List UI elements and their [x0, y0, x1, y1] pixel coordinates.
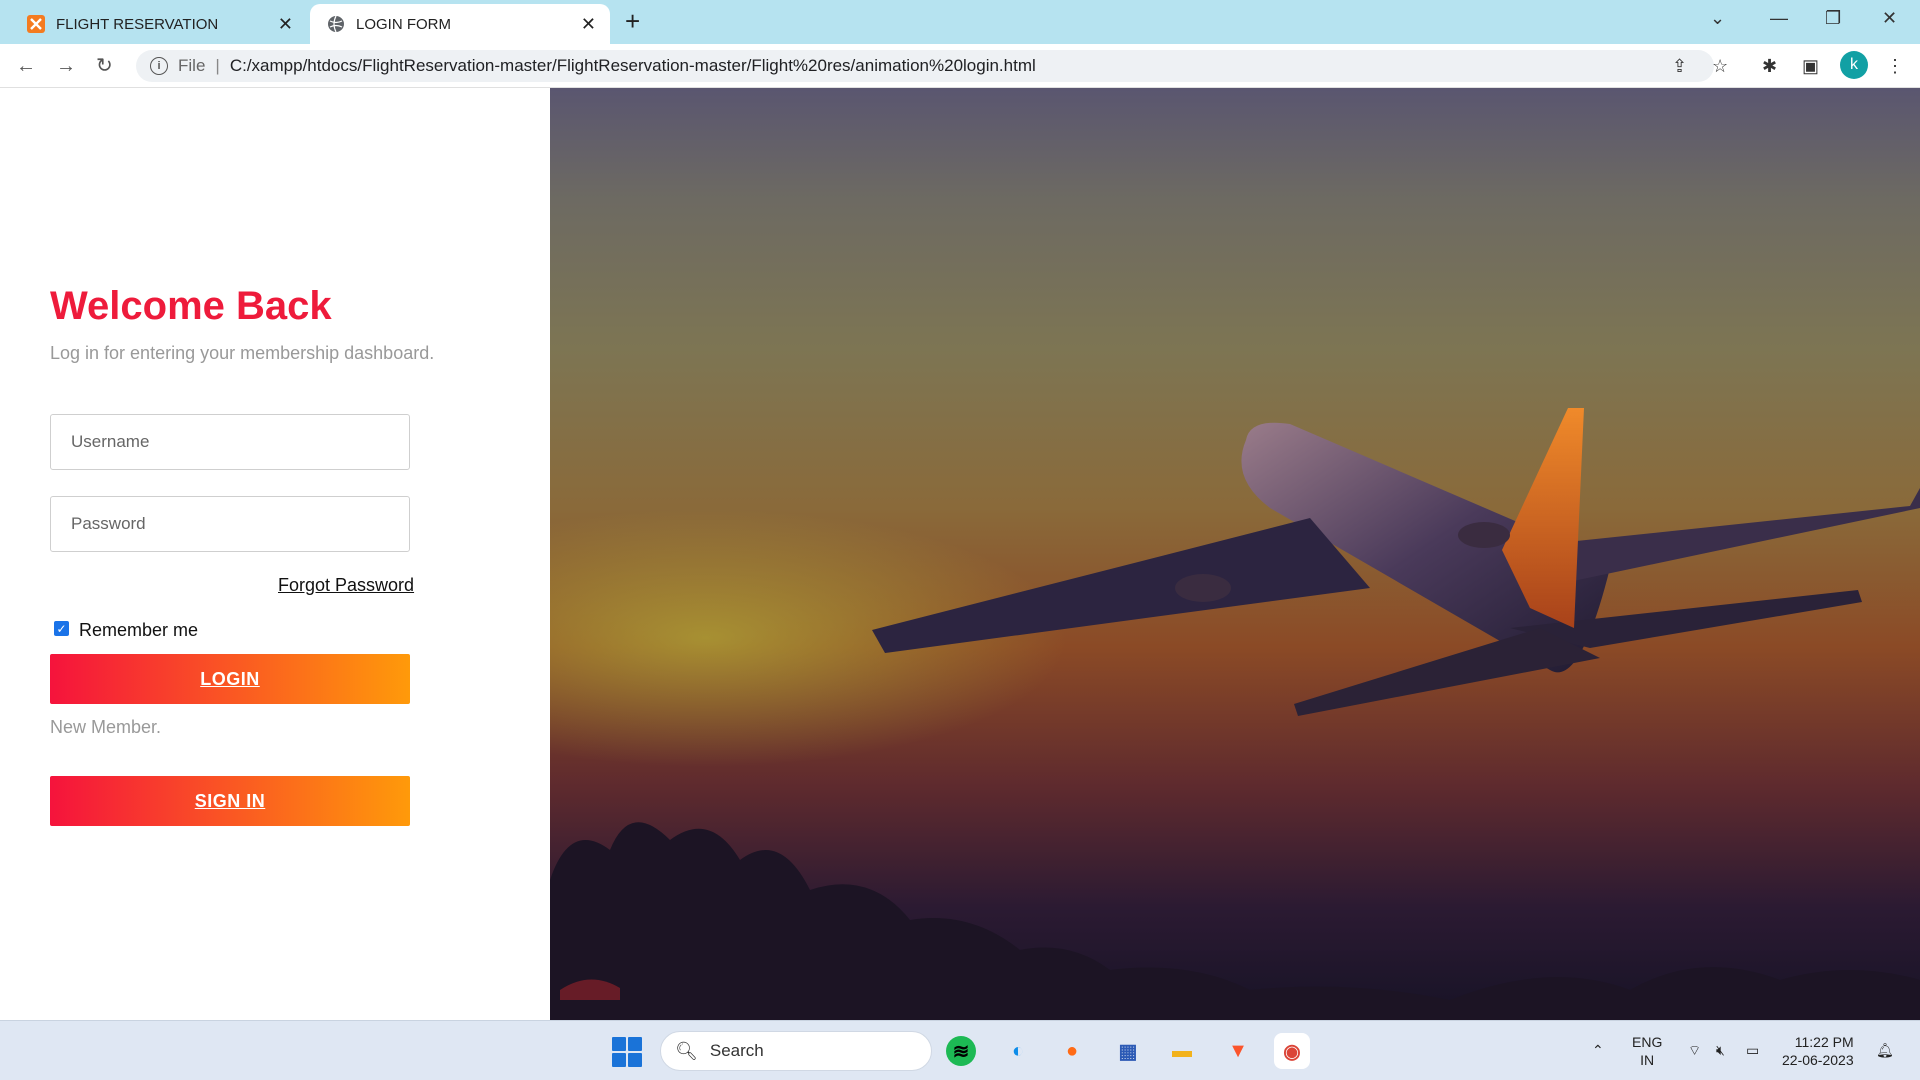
language-indicator[interactable]: ENG IN	[1632, 1033, 1662, 1069]
username-field[interactable]	[50, 414, 410, 470]
lang-code: ENG	[1632, 1034, 1663, 1050]
tab-label: FLIGHT RESERVATION	[56, 15, 219, 33]
avatar[interactable]: k	[1840, 51, 1868, 79]
login-button[interactable]: LOGIN	[50, 654, 410, 704]
info-icon[interactable]: i	[150, 57, 168, 75]
menu-dots-icon[interactable]: ⋮	[1886, 56, 1904, 76]
file-explorer-icon[interactable]: ▬	[1164, 1033, 1200, 1069]
xampp-icon	[26, 14, 46, 34]
forward-icon[interactable]: →	[56, 54, 76, 78]
tab-search-chevron-icon[interactable]: ⌄	[1710, 8, 1725, 29]
airplane-sunset-image	[550, 88, 1920, 1020]
password-field[interactable]	[50, 496, 410, 552]
chrome-icon[interactable]: ◉	[1274, 1033, 1310, 1069]
side-panel-icon[interactable]: ▣	[1802, 56, 1819, 76]
login-panel: Welcome Back Log in for entering your me…	[0, 88, 550, 1020]
tab-login-form[interactable]: LOGIN FORM ✕	[310, 4, 610, 44]
share-icon[interactable]: ⇪	[1672, 56, 1687, 76]
address-bar[interactable]: i File | C:/xampp/htdocs/FlightReservati…	[136, 50, 1714, 82]
page-subtitle: Log in for entering your membership dash…	[50, 343, 435, 363]
clock-time: 11:22 PM	[1794, 1034, 1854, 1050]
minimize-icon[interactable]: —	[1770, 8, 1788, 29]
taskbar-search[interactable]: 🔍︎ Search	[660, 1031, 932, 1071]
new-tab-icon[interactable]: +	[625, 8, 640, 34]
edge-icon[interactable]: ◐	[1000, 1033, 1036, 1069]
bookmark-star-icon[interactable]: ☆	[1712, 56, 1728, 76]
url-separator: |	[215, 56, 220, 75]
wifi-icon[interactable]: ⌔	[1688, 1041, 1701, 1059]
new-member-text: New Member.	[50, 717, 162, 737]
window-close-icon[interactable]: ✕	[1882, 8, 1897, 29]
restore-icon[interactable]: ❐	[1825, 8, 1841, 29]
browser-tab-strip: FLIGHT RESERVATION ✕ LOGIN FORM ✕ + ⌄ — …	[0, 0, 1920, 44]
reload-icon[interactable]: ↻	[96, 54, 113, 78]
url-text: C:/xampp/htdocs/FlightReservation-master…	[229, 56, 1036, 75]
volume-muted-icon[interactable]: 🔇︎	[1716, 1041, 1725, 1059]
remember-me[interactable]: ✓ Remember me	[54, 620, 198, 641]
tab-label: LOGIN FORM	[356, 15, 452, 33]
show-hidden-icons-icon[interactable]: ⌃	[1592, 1041, 1604, 1059]
login-page: Welcome Back Log in for entering your me…	[0, 88, 1920, 1020]
clock-date: 22-06-2023	[1782, 1052, 1854, 1068]
clock[interactable]: 11:22 PM 22-06-2023	[1782, 1033, 1854, 1069]
notifications-icon[interactable]: 🔔︎	[1876, 1041, 1894, 1059]
page-title: Welcome Back	[50, 284, 332, 328]
battery-icon[interactable]: ▭	[1746, 1041, 1759, 1059]
search-icon: 🔍︎	[675, 1040, 698, 1061]
back-icon[interactable]: ←	[16, 54, 36, 78]
remember-me-checkbox[interactable]: ✓	[54, 621, 69, 636]
remember-me-label: Remember me	[79, 620, 199, 640]
lang-region: IN	[1640, 1052, 1655, 1068]
spotify-icon[interactable]: ≋	[946, 1036, 976, 1066]
cloud-silhouettes	[550, 822, 1920, 1020]
windows-taskbar: 🔍︎ Search ≋ ◐ ● ▦ ▬ ▼ ◉ ⌃ ENG IN ⌔ 🔇︎ ▭ …	[0, 1020, 1920, 1080]
url-scheme-label: File	[178, 56, 206, 75]
tab-flight-reservation[interactable]: FLIGHT RESERVATION ✕	[0, 4, 307, 44]
close-icon[interactable]: ✕	[278, 14, 293, 34]
extensions-icon[interactable]: ✱	[1762, 56, 1777, 76]
firefox-icon[interactable]: ●	[1054, 1033, 1090, 1069]
sign-in-button[interactable]: SIGN IN	[50, 776, 410, 826]
browser-toolbar: ← → ↻ i File | C:/xampp/htdocs/FlightRes…	[0, 44, 1920, 88]
taskbar-search-label: Search	[709, 1041, 764, 1060]
store-icon[interactable]: ▦	[1110, 1033, 1146, 1069]
brave-icon[interactable]: ▼	[1220, 1033, 1256, 1069]
forgot-password-link[interactable]: Forgot Password	[278, 575, 414, 596]
globe-icon	[326, 14, 346, 34]
start-icon[interactable]	[612, 1037, 642, 1067]
close-icon[interactable]: ✕	[581, 14, 596, 34]
